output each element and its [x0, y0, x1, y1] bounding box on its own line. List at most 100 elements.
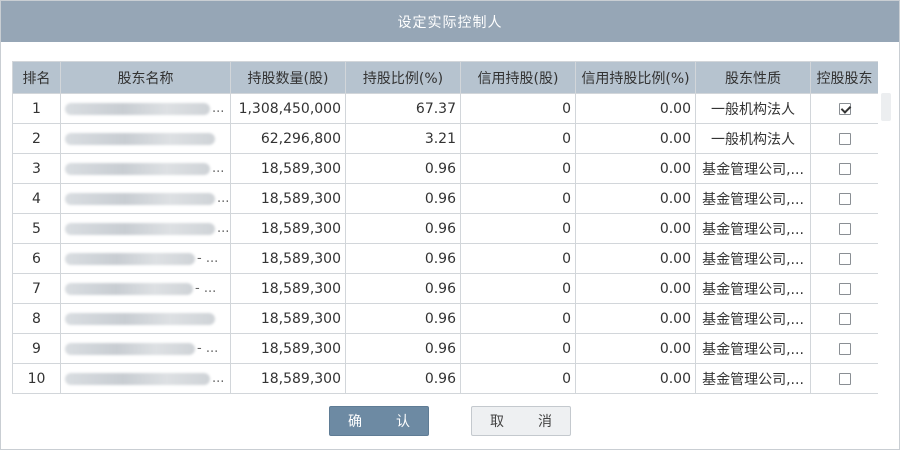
- cell-credit-shares: 0: [460, 93, 576, 124]
- cell-ratio: 0.96: [345, 213, 461, 244]
- table-row[interactable]: 4... 18,589,300 0.96 0 0.00 基金管理公司,...: [12, 183, 878, 214]
- controlling-shareholder-checkbox[interactable]: [838, 192, 851, 205]
- redacted-name: [65, 222, 215, 235]
- cell-shareholder-name: - ...: [60, 273, 231, 304]
- cell-credit-shares: 0: [460, 333, 576, 364]
- cell-nature: 基金管理公司,...: [695, 153, 811, 184]
- dialog-title: 设定实际控制人: [397, 14, 503, 31]
- cell-credit-shares: 0: [460, 243, 576, 274]
- name-suffix: ...: [212, 101, 225, 116]
- cell-shares: 1,308,450,000: [230, 93, 346, 124]
- table-row[interactable]: 8 18,589,300 0.96 0 0.00 基金管理公司,...: [12, 303, 878, 334]
- cell-controlling: [810, 303, 878, 334]
- cell-controlling: [810, 183, 878, 214]
- header-shares: 持股数量(股): [230, 61, 346, 94]
- redacted-name: [65, 312, 215, 325]
- cell-credit-ratio: 0.00: [575, 273, 696, 304]
- cell-shareholder-name: ...: [60, 183, 231, 214]
- cell-ratio: 0.96: [345, 363, 461, 394]
- header-controlling: 控股股东: [810, 61, 878, 94]
- cell-shareholder-name: - ...: [60, 243, 231, 274]
- controlling-shareholder-checkbox[interactable]: [838, 222, 851, 235]
- cell-credit-ratio: 0.00: [575, 303, 696, 334]
- name-suffix: ...: [212, 161, 225, 176]
- cell-credit-ratio: 0.00: [575, 183, 696, 214]
- cell-credit-shares: 0: [460, 273, 576, 304]
- cell-shareholder-name: ...: [60, 153, 231, 184]
- table-row[interactable]: 7 - ... 18,589,300 0.96 0 0.00 基金管理公司,...: [12, 273, 878, 304]
- cell-shareholder-name: ...: [60, 213, 231, 244]
- cell-ratio: 3.21: [345, 123, 461, 154]
- cell-nature: 一般机构法人: [695, 93, 811, 124]
- controlling-shareholder-checkbox[interactable]: [838, 312, 851, 325]
- redacted-name: [65, 192, 215, 205]
- cell-credit-ratio: 0.00: [575, 93, 696, 124]
- shareholder-table: 排名 股东名称 持股数量(股) 持股比例(%) 信用持股(股) 信用持股比例(%…: [12, 61, 878, 394]
- cell-shares: 18,589,300: [230, 363, 346, 394]
- cell-ratio: 67.37: [345, 93, 461, 124]
- name-suffix: - ...: [197, 251, 219, 266]
- table-row[interactable]: 3... 18,589,300 0.96 0 0.00 基金管理公司,...: [12, 153, 878, 184]
- cell-nature: 基金管理公司,...: [695, 243, 811, 274]
- controlling-shareholder-checkbox[interactable]: [838, 252, 851, 265]
- cell-credit-shares: 0: [460, 303, 576, 334]
- shareholder-table-container[interactable]: 排名 股东名称 持股数量(股) 持股比例(%) 信用持股(股) 信用持股比例(%…: [12, 61, 878, 395]
- name-suffix: ...: [217, 221, 230, 236]
- cell-ratio: 0.96: [345, 273, 461, 304]
- cell-rank: 9: [12, 333, 61, 364]
- cell-rank: 2: [12, 123, 61, 154]
- table-row[interactable]: 5... 18,589,300 0.96 0 0.00 基金管理公司,...: [12, 213, 878, 244]
- cell-ratio: 0.96: [345, 243, 461, 274]
- table-header-row: 排名 股东名称 持股数量(股) 持股比例(%) 信用持股(股) 信用持股比例(%…: [12, 61, 878, 94]
- controlling-shareholder-checkbox[interactable]: [838, 372, 851, 385]
- cell-nature: 基金管理公司,...: [695, 183, 811, 214]
- cell-nature: 一般机构法人: [695, 123, 811, 154]
- controlling-shareholder-checkbox[interactable]: [838, 132, 851, 145]
- table-row[interactable]: 10... 18,589,300 0.96 0 0.00 基金管理公司,...: [12, 363, 878, 394]
- cell-nature: 基金管理公司,...: [695, 303, 811, 334]
- name-suffix: ...: [217, 191, 230, 206]
- header-ratio: 持股比例(%): [345, 61, 461, 94]
- cell-credit-shares: 0: [460, 183, 576, 214]
- cell-rank: 4: [12, 183, 61, 214]
- cell-credit-shares: 0: [460, 363, 576, 394]
- table-row[interactable]: 6 - ... 18,589,300 0.96 0 0.00 基金管理公司,...: [12, 243, 878, 274]
- header-nature: 股东性质: [695, 61, 811, 94]
- cell-credit-shares: 0: [460, 123, 576, 154]
- controlling-shareholder-checkbox[interactable]: [838, 102, 851, 115]
- table-row[interactable]: 9 - ... 18,589,300 0.96 0 0.00 基金管理公司,...: [12, 333, 878, 364]
- cell-nature: 基金管理公司,...: [695, 213, 811, 244]
- cell-rank: 7: [12, 273, 61, 304]
- cell-ratio: 0.96: [345, 303, 461, 334]
- confirm-button[interactable]: 确 认: [329, 406, 429, 436]
- cell-controlling: [810, 273, 878, 304]
- controlling-shareholder-checkbox[interactable]: [838, 342, 851, 355]
- table-row[interactable]: 1... 1,308,450,000 67.37 0 0.00 一般机构法人: [12, 93, 878, 124]
- cell-credit-ratio: 0.00: [575, 363, 696, 394]
- cell-credit-ratio: 0.00: [575, 213, 696, 244]
- table-row[interactable]: 2 62,296,800 3.21 0 0.00 一般机构法人: [12, 123, 878, 154]
- controlling-shareholder-checkbox[interactable]: [838, 282, 851, 295]
- header-credit-ratio: 信用持股比例(%): [575, 61, 696, 94]
- cell-credit-ratio: 0.00: [575, 333, 696, 364]
- redacted-name: [65, 132, 215, 145]
- cell-shares: 18,589,300: [230, 273, 346, 304]
- cell-shares: 18,589,300: [230, 243, 346, 274]
- table-scrollbar-thumb[interactable]: [881, 93, 891, 121]
- cell-ratio: 0.96: [345, 183, 461, 214]
- cell-rank: 1: [12, 93, 61, 124]
- cell-rank: 8: [12, 303, 61, 334]
- redacted-name: [65, 102, 210, 115]
- redacted-name: [65, 342, 195, 355]
- dialog-title-bar: 设定实际控制人: [1, 1, 899, 42]
- cell-nature: 基金管理公司,...: [695, 333, 811, 364]
- controlling-shareholder-checkbox[interactable]: [838, 162, 851, 175]
- cell-controlling: [810, 153, 878, 184]
- cell-shareholder-name: ...: [60, 363, 231, 394]
- cell-credit-shares: 0: [460, 153, 576, 184]
- cell-controlling: [810, 333, 878, 364]
- cell-rank: 10: [12, 363, 61, 394]
- cell-controlling: [810, 93, 878, 124]
- cell-credit-ratio: 0.00: [575, 153, 696, 184]
- cancel-button[interactable]: 取 消: [471, 406, 571, 436]
